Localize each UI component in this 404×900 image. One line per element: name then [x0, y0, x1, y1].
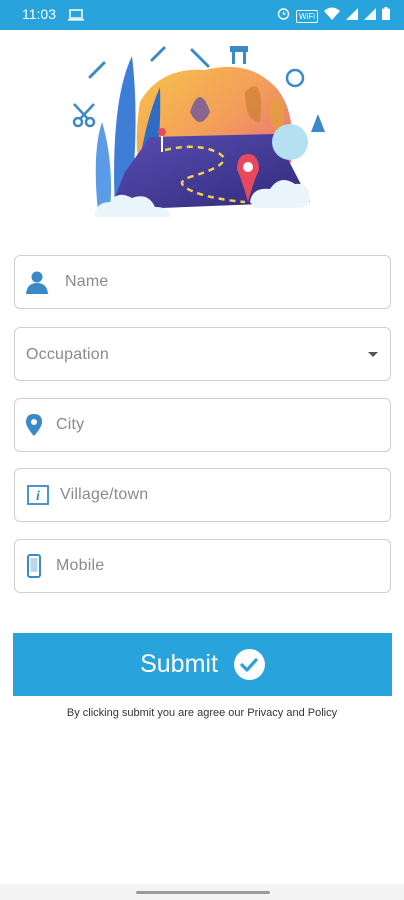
person-icon	[25, 270, 49, 294]
chevron-down-icon	[368, 352, 378, 357]
status-time: 11:03	[22, 6, 56, 22]
info-icon: i	[27, 485, 51, 509]
name-field[interactable]: Name	[14, 255, 391, 309]
home-gesture-bar[interactable]	[136, 891, 270, 894]
check-icon	[233, 649, 265, 680]
submit-label: Submit	[140, 650, 218, 678]
alarm-icon	[277, 7, 290, 25]
mobile-placeholder: Mobile	[56, 557, 105, 574]
system-nav-bar	[0, 884, 404, 900]
laptop-icon	[68, 8, 84, 26]
svg-text:i: i	[36, 489, 40, 504]
hero-illustration	[70, 42, 332, 220]
occupation-placeholder: Occupation	[26, 346, 109, 363]
mobile-field[interactable]: Mobile	[14, 539, 391, 593]
village-placeholder: Village/town	[60, 486, 149, 503]
submit-button[interactable]: Submit	[13, 633, 392, 696]
status-bar: 11:03 WiFi	[0, 0, 404, 30]
city-placeholder: City	[56, 416, 85, 433]
wifi-status-badge: WiFi	[296, 9, 318, 23]
village-field[interactable]: i Village/town	[14, 468, 391, 522]
wifi-icon	[324, 7, 340, 25]
signal-icon-2	[364, 7, 376, 25]
city-field[interactable]: City	[14, 398, 391, 452]
location-pin-icon	[26, 414, 50, 438]
occupation-select[interactable]: Occupation	[14, 327, 391, 381]
name-placeholder: Name	[65, 273, 109, 290]
battery-icon	[382, 7, 390, 25]
terms-text: By clicking submit you are agree our Pri…	[66, 707, 338, 719]
mobile-phone-icon	[27, 554, 51, 578]
signal-icon	[346, 7, 358, 25]
